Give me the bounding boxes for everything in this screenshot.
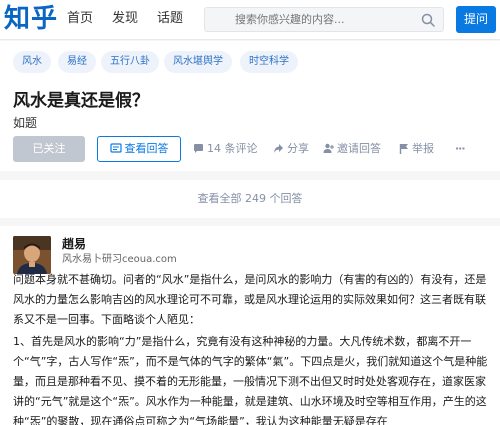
top-header: 知乎 首页 发现 话题 提问 — [0, 0, 500, 40]
comments-count: 14 条评论 — [207, 142, 258, 155]
question-description: 如题 — [13, 116, 38, 130]
search-box — [204, 7, 444, 32]
flag-icon — [399, 144, 408, 154]
question-card: 风水 易经 五行八卦 风水堪舆学 时空科学 风水是真还是假？ 如题 已关注 查看… — [0, 41, 500, 171]
view-answers-label: 查看回答 — [124, 142, 169, 155]
invite-icon — [323, 143, 334, 153]
topic-tag[interactable]: 时空科学 — [240, 51, 298, 73]
report-button[interactable]: 举报 — [399, 141, 434, 157]
author-name[interactable]: 趙易 — [62, 236, 86, 252]
invite-answer-button[interactable]: 邀请回答 — [323, 141, 381, 157]
topic-tag[interactable]: 五行八卦 — [101, 51, 159, 73]
question-title: 风水是真还是假？ — [13, 91, 149, 111]
view-all-answers-bar[interactable]: 查看全部 249 个回答 — [0, 180, 500, 218]
nav-topics[interactable]: 话题 — [157, 10, 183, 28]
view-all-answers-link[interactable]: 查看全部 249 个回答 — [0, 191, 500, 207]
author-portrait-image — [13, 236, 51, 274]
author-bio: 风水易卜研习ceoua.com — [62, 254, 177, 265]
answer-paragraph: 1、首先是风水的影响“力”是指什么，究竟有没有这种神秘的力量。大凡传统术数，都离… — [13, 335, 488, 425]
avatar[interactable] — [13, 236, 51, 274]
zhihu-logo[interactable]: 知乎 — [4, 2, 58, 36]
share-label: 分享 — [287, 142, 309, 155]
search-input[interactable] — [205, 8, 415, 31]
answer-paragraph: 问题本身就不甚确切。问者的“风水”是指什么，是问风水的影响力（有害的有凶的）有没… — [13, 273, 487, 326]
share-icon — [274, 144, 283, 153]
report-label: 举报 — [412, 142, 434, 155]
search-icon[interactable] — [421, 13, 435, 27]
ask-question-button[interactable]: 提问 — [456, 6, 496, 33]
share-button[interactable]: 分享 — [273, 141, 309, 157]
answer-icon — [109, 143, 122, 153]
topic-tag[interactable]: 风水 — [13, 51, 51, 73]
topic-tag[interactable]: 风水堪舆学 — [164, 51, 232, 73]
comment-icon — [194, 144, 203, 153]
view-answers-button[interactable]: 查看回答 — [97, 136, 181, 162]
followed-button[interactable]: 已关注 — [13, 136, 85, 162]
nav-home[interactable]: 首页 — [67, 10, 93, 28]
invite-label: 邀请回答 — [337, 142, 381, 155]
comments-button[interactable]: 14 条评论 — [193, 141, 258, 157]
answer-card: 趙易 风水易卜研习ceoua.com 问题本身就不甚确切。问者的“风水”是指什么… — [0, 226, 500, 425]
more-options-button[interactable]: ··· — [455, 141, 466, 157]
topic-tag[interactable]: 易经 — [58, 51, 96, 73]
nav-discover[interactable]: 发现 — [112, 10, 138, 28]
